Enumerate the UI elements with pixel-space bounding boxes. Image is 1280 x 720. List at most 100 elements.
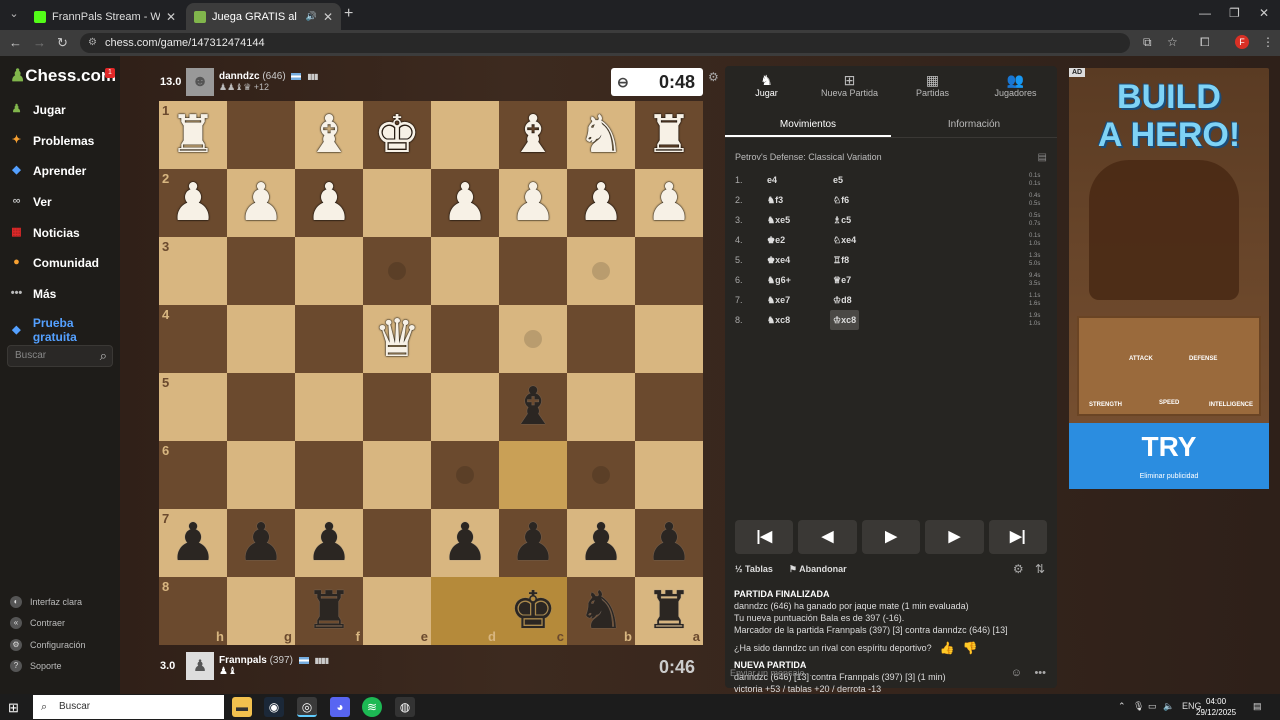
board-square[interactable]: ♟ <box>567 169 635 237</box>
sidebar-item-collapse[interactable]: « Contraer <box>10 617 65 629</box>
white-move[interactable]: ♞g6+ <box>767 270 791 290</box>
white-pawn-piece[interactable]: ♟ <box>510 177 557 229</box>
sidebar-search-input[interactable]: Buscar ⌕ <box>7 345 113 367</box>
tab-search-icon[interactable]: ⌄ <box>6 6 22 22</box>
board-square[interactable]: ♟ <box>499 169 567 237</box>
black-move[interactable]: ♔d8 <box>833 290 852 310</box>
obs-icon[interactable]: ◍ <box>395 697 415 717</box>
steam-icon[interactable]: ◉ <box>264 697 284 717</box>
tab-jugadores[interactable]: 👥 Jugadores <box>974 66 1057 104</box>
board-square[interactable] <box>635 305 703 373</box>
white-pawn-piece[interactable]: ♟ <box>306 177 353 229</box>
black-move[interactable]: ♕e7 <box>833 270 851 290</box>
next-move-button[interactable]: ▶ <box>925 520 984 554</box>
white-bishop-piece[interactable]: ♝ <box>306 109 353 161</box>
board-square[interactable]: e <box>363 577 431 645</box>
more-options-icon[interactable]: ••• <box>1034 662 1046 684</box>
move-hint-dot[interactable] <box>524 330 542 348</box>
board-square[interactable] <box>567 441 635 509</box>
chrome-icon[interactable]: ◎ <box>297 697 317 717</box>
black-move[interactable]: ♘f6 <box>833 190 849 210</box>
board-square[interactable]: ♟ <box>635 509 703 577</box>
board-square[interactable] <box>567 237 635 305</box>
board-square[interactable] <box>499 441 567 509</box>
close-tab-icon[interactable]: ✕ <box>323 10 333 24</box>
white-pawn-piece[interactable]: ♟ <box>578 177 625 229</box>
ad-cta[interactable]: TRY Eliminar publicidad <box>1069 423 1269 489</box>
move-hint-dot[interactable] <box>592 262 610 280</box>
browser-tab-frannpals[interactable]: FrannPals Stream - Watch Live o ✕ <box>26 3 184 30</box>
last-move-button[interactable]: ▶| <box>988 520 1048 554</box>
sidebar-item-ver[interactable]: ∞ Ver <box>8 193 52 210</box>
network-icon[interactable]: ▭ <box>1148 701 1157 712</box>
board-square[interactable] <box>363 169 431 237</box>
player-name-row[interactable]: danndzc (646) ▮▮▮ <box>219 71 319 82</box>
board-square[interactable]: ♝ <box>499 373 567 441</box>
board-square[interactable]: ♟ <box>431 169 499 237</box>
black-move[interactable]: ♗c5 <box>833 210 851 230</box>
board-square[interactable]: ♝ <box>499 101 567 169</box>
move-hint-dot[interactable] <box>592 466 610 484</box>
black-pawn-piece[interactable]: ♟ <box>442 517 489 569</box>
sidebar-item-aprender[interactable]: ◆ Aprender <box>8 162 86 179</box>
sidebar-item-noticias[interactable]: ▦ Noticias <box>8 224 79 241</box>
board-square[interactable]: a ♜ <box>635 577 703 645</box>
site-info-icon[interactable]: ⚙ <box>88 33 97 53</box>
close-window-icon[interactable]: ✕ <box>1259 6 1269 20</box>
board-square[interactable] <box>227 101 295 169</box>
install-icon[interactable]: ⧉ <box>1143 35 1152 50</box>
board-square[interactable] <box>295 441 363 509</box>
black-pawn-piece[interactable]: ♟ <box>510 517 557 569</box>
white-rook-piece[interactable]: ♜ <box>646 109 693 161</box>
forward-icon[interactable]: → <box>33 35 46 51</box>
sidebar-item-jugar[interactable]: ♟ Jugar <box>8 101 66 118</box>
board-square[interactable]: ♟ <box>431 509 499 577</box>
board-square[interactable] <box>227 237 295 305</box>
extensions-icon[interactable]: ⧠ <box>1200 35 1210 50</box>
board-square[interactable] <box>567 305 635 373</box>
board-square[interactable] <box>431 441 499 509</box>
sidebar-item-trial[interactable]: ◆ Prueba gratuita <box>8 316 120 344</box>
tab-nueva-partida[interactable]: ⊞ Nueva Partida <box>808 66 891 104</box>
white-move[interactable]: ♞xe7 <box>767 290 790 310</box>
move-hint-dot[interactable] <box>456 466 474 484</box>
board-square[interactable]: ♝ <box>295 101 363 169</box>
draw-button[interactable]: ½ Tablas <box>735 564 773 575</box>
board-square[interactable]: ♟ <box>295 169 363 237</box>
tab-movimientos[interactable]: Movimientos <box>725 112 891 137</box>
black-pawn-piece[interactable]: ♟ <box>646 517 693 569</box>
black-move[interactable]: ♘xe4 <box>833 230 856 250</box>
taskbar-clock[interactable]: 04:00 29/12/2025 <box>1196 696 1236 718</box>
avatar[interactable]: ♟ <box>186 652 214 680</box>
sidebar-item-mas[interactable]: ••• Más <box>8 285 57 302</box>
player-name-row[interactable]: Frannpals (397) ▮▮▮▮ <box>219 655 329 666</box>
board-square[interactable] <box>295 373 363 441</box>
board-square[interactable] <box>363 509 431 577</box>
board-square[interactable]: ♟ <box>499 509 567 577</box>
white-move[interactable]: ♞f3 <box>767 190 783 210</box>
board-square[interactable]: 3 <box>159 237 227 305</box>
board-square[interactable]: 4 <box>159 305 227 373</box>
avatar[interactable]: ☻ <box>186 68 214 96</box>
close-tab-icon[interactable]: ✕ <box>166 10 176 24</box>
black-pawn-piece[interactable]: ♟ <box>578 517 625 569</box>
tab-partidas[interactable]: ▦ Partidas <box>891 66 974 104</box>
black-bishop-piece[interactable]: ♝ <box>510 381 557 433</box>
black-move[interactable]: ♔xc8 <box>830 310 860 330</box>
notification-center-icon[interactable]: ▤ <box>1253 701 1262 712</box>
emoji-icon[interactable]: ☺ <box>1011 662 1022 684</box>
board-square[interactable]: d <box>431 577 499 645</box>
flip-board-icon[interactable]: ⇅ <box>1035 562 1045 576</box>
board-square[interactable]: ♟ <box>227 509 295 577</box>
white-knight-piece[interactable]: ♞ <box>578 109 625 161</box>
board-square[interactable] <box>499 305 567 373</box>
book-icon[interactable]: ▤ <box>1038 152 1047 163</box>
tab-informacion[interactable]: Información <box>891 112 1057 137</box>
board-square[interactable]: ♟ <box>295 509 363 577</box>
board-square[interactable]: b ♞ <box>567 577 635 645</box>
notification-badge[interactable]: 1 <box>105 68 115 78</box>
white-move[interactable]: ♚xe4 <box>767 250 790 270</box>
board-square[interactable]: ♚ <box>363 101 431 169</box>
windows-start-icon[interactable]: ⊞ <box>8 700 19 716</box>
board-settings-icon[interactable]: ⚙ <box>708 70 719 84</box>
